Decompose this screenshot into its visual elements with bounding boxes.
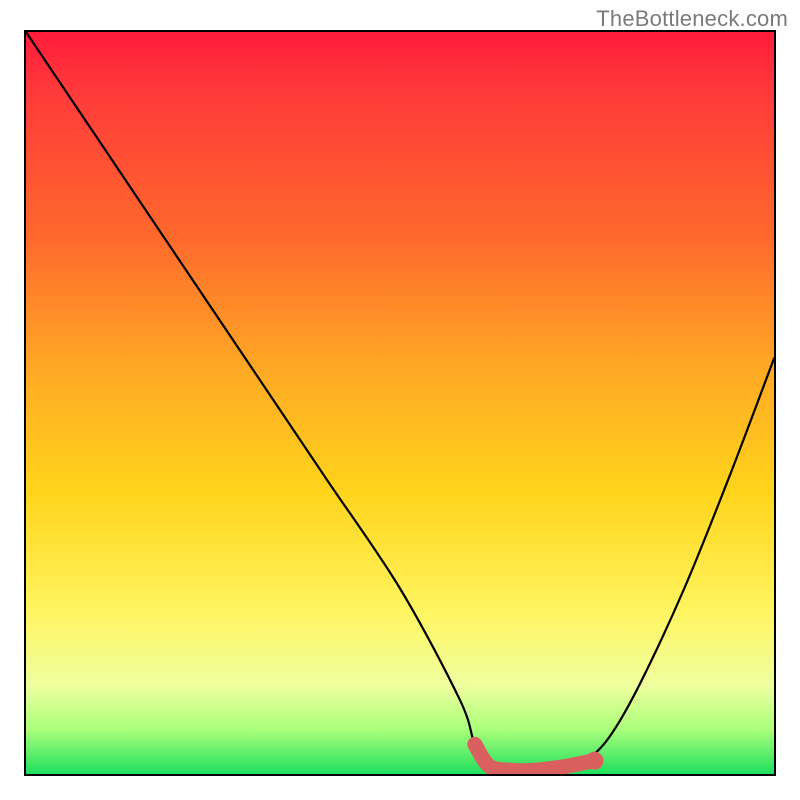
chart-container: TheBottleneck.com: [0, 0, 800, 800]
curve-layer: [26, 32, 774, 774]
plot-frame: [24, 30, 776, 776]
plot-area: [26, 32, 774, 774]
optimal-range-marker: [475, 744, 595, 770]
optimal-end-dot: [585, 752, 603, 770]
watermark-text: TheBottleneck.com: [596, 6, 788, 32]
bottleneck-curve-path: [26, 32, 774, 771]
